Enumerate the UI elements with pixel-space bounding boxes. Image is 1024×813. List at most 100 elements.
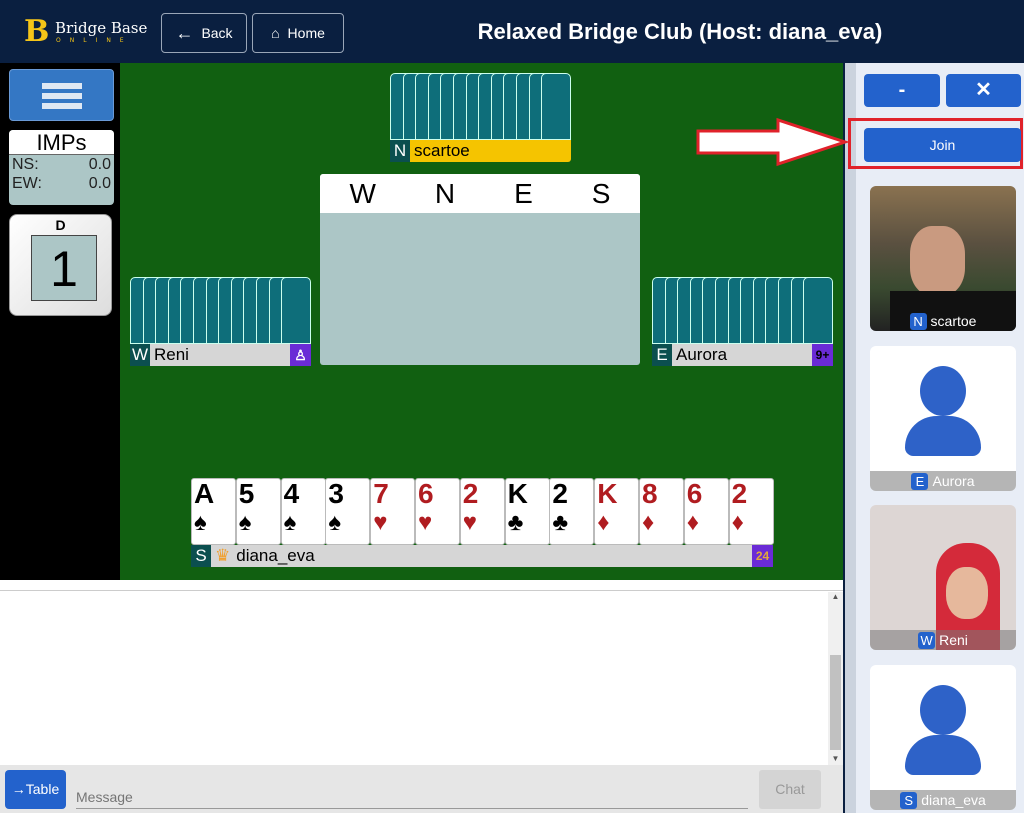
card-rank: 4 — [283, 478, 300, 509]
arrow-left-icon: ← — [175, 22, 194, 43]
chat-send-button[interactable]: Chat — [759, 770, 821, 809]
south-cards: A ♠ 5 ♠ 4 ♠ 3 ♠ 7 ♥ 6 ♥ 2 ♥ K ♣ 2 ♣ K ♦ 8 ♦ 6 ♦ 2 ♦ — [191, 478, 774, 545]
hamburger-icon — [42, 83, 82, 89]
playing-card[interactable]: 3 ♠ — [325, 478, 371, 545]
seat-badge: S — [900, 791, 918, 809]
card-rank: K — [507, 478, 528, 509]
avatar-icon — [905, 735, 981, 775]
arrow-right-icon — [696, 117, 850, 167]
card-rank: 7 — [373, 478, 389, 509]
playing-card[interactable]: K ♦ — [594, 478, 640, 545]
player-name[interactable]: Reni — [154, 345, 189, 365]
suit-icon: ♠ — [194, 509, 207, 536]
suit-icon: ♦ — [597, 509, 610, 536]
panel-divider[interactable] — [843, 63, 856, 813]
logo-text: Bridge Base — [55, 19, 148, 37]
seat-label: N — [390, 140, 410, 162]
card-back — [803, 277, 834, 344]
player-name[interactable]: diana_eva — [236, 546, 314, 566]
east-hand: E Aurora 9+ — [652, 277, 834, 366]
card-rank: 6 — [686, 478, 703, 509]
back-button[interactable]: ← Back — [161, 13, 247, 53]
video-tile-east: E Aurora — [870, 346, 1016, 491]
avatar-icon — [920, 366, 966, 416]
bidding-header: WNES — [320, 174, 640, 213]
suit-icon: ♠ — [238, 509, 252, 536]
video-name: Aurora — [932, 473, 975, 489]
minimize-button[interactable]: - — [864, 74, 940, 107]
scrollbar-thumb[interactable] — [830, 655, 841, 750]
ns-score: 0.0 — [88, 156, 111, 173]
dealer-label: D — [55, 217, 66, 233]
bid-column-header: E — [514, 178, 533, 209]
playing-card[interactable]: 8 ♦ — [639, 478, 684, 545]
playing-card[interactable]: A ♠ — [191, 478, 236, 545]
user-star-icon: ♙ — [290, 344, 311, 366]
home-label: Home — [287, 25, 325, 41]
card-back — [281, 277, 312, 344]
join-button[interactable]: Join — [864, 128, 1021, 162]
playing-card[interactable]: 5 ♠ — [235, 478, 281, 545]
card-rank: 3 — [328, 478, 344, 509]
playing-card[interactable]: K ♣ — [504, 478, 550, 545]
menu-button[interactable] — [9, 69, 114, 121]
suit-icon: ♠ — [328, 509, 342, 536]
seat-label: E — [652, 344, 672, 366]
card-backs — [390, 73, 572, 140]
card-rank: 2 — [731, 478, 748, 509]
suit-icon: ♥ — [418, 509, 433, 536]
playing-card[interactable]: 4 ♠ — [280, 478, 326, 545]
avatar-icon — [920, 685, 966, 735]
seat-badge: W — [918, 631, 936, 649]
home-button[interactable]: ⌂ Home — [252, 13, 344, 53]
suit-icon: ♦ — [731, 509, 744, 536]
suit-icon: ♦ — [642, 509, 655, 536]
hamburger-icon — [42, 93, 82, 99]
suit-icon: ♦ — [686, 509, 700, 536]
suit-icon: ♣ — [552, 509, 569, 536]
west-nameplate: W Reni ♙ — [130, 344, 311, 366]
seat-badge: N — [909, 312, 927, 330]
playing-card[interactable]: 7 ♥ — [370, 478, 416, 545]
player-name[interactable]: Aurora — [676, 345, 727, 365]
player-name[interactable]: scartoe — [414, 141, 470, 161]
rating-badge: 24 — [752, 545, 773, 567]
crown-icon: ♛ — [215, 546, 231, 565]
page-title: Relaxed Bridge Club (Host: diana_eva) — [477, 19, 883, 44]
close-button[interactable]: ✕ — [946, 74, 1021, 107]
bid-column-header: N — [434, 178, 456, 209]
bidding-box: WNES — [320, 174, 640, 365]
card-rank: K — [597, 478, 618, 509]
south-nameplate: S ♛ diana_eva 24 — [191, 545, 773, 567]
back-label: Back — [201, 25, 233, 41]
ew-label: EW: — [12, 175, 42, 192]
card-rank: A — [194, 478, 215, 509]
message-input[interactable] — [76, 785, 748, 809]
west-hand: W Reni ♙ — [130, 277, 312, 366]
video-name: diana_eva — [921, 792, 986, 808]
seat-label: S — [191, 545, 211, 567]
suit-icon: ♥ — [373, 509, 388, 536]
video-name: scartoe — [930, 313, 977, 329]
playing-card[interactable]: 2 ♥ — [459, 478, 505, 545]
ew-score: 0.0 — [88, 175, 111, 192]
bid-column-header: S — [591, 178, 611, 209]
to-table-button[interactable]: →Table — [5, 770, 66, 809]
playing-card[interactable]: 2 ♦ — [728, 478, 774, 545]
playing-card[interactable]: 2 ♣ — [549, 478, 595, 545]
home-icon: ⌂ — [271, 25, 280, 41]
hamburger-icon — [42, 103, 82, 109]
playing-card[interactable]: 6 ♥ — [415, 478, 460, 545]
suit-icon: ♥ — [462, 509, 478, 536]
card-rank: 8 — [642, 478, 658, 509]
person-face — [946, 567, 988, 619]
bid-column-header: W — [349, 178, 376, 209]
playing-card[interactable]: 6 ♦ — [683, 478, 729, 545]
person-image — [910, 226, 965, 296]
board-number: 1 — [31, 235, 97, 301]
chat-log — [0, 590, 843, 765]
south-hand: A ♠ 5 ♠ 4 ♠ 3 ♠ 7 ♥ 6 ♥ 2 ♥ K ♣ 2 ♣ K ♦ 8 ♦ 6 ♦ 2 ♦ S ♛ diana_eva 24 — [191, 478, 774, 567]
video-tile-south: Sdiana_eva — [870, 665, 1016, 810]
card-rank: 6 — [418, 478, 434, 509]
card-rank: 2 — [462, 478, 479, 509]
